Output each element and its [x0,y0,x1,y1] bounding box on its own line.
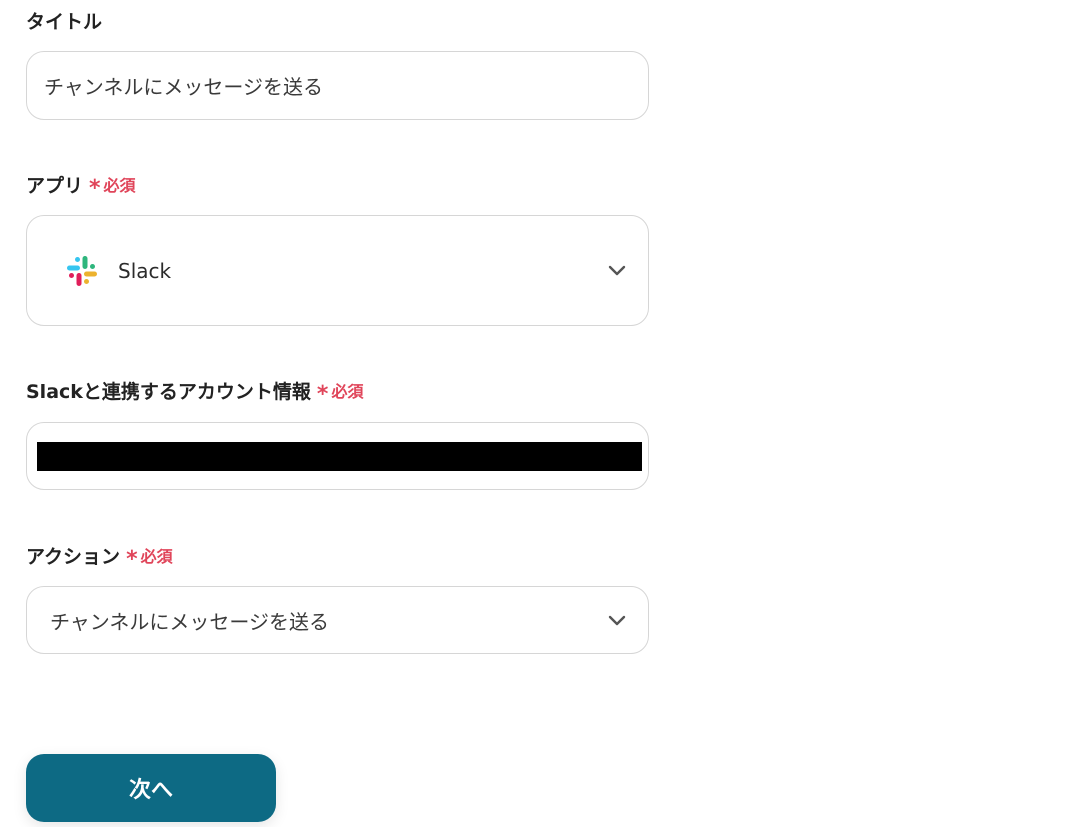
account-label: Slackと連携するアカウント情報 * 必須 [26,380,364,407]
account-select[interactable] [26,422,649,490]
app-select-value: Slack [118,258,172,283]
required-badge: * 必須 [126,545,173,572]
action-select-value: チャンネルにメッセージを送る [50,609,329,634]
title-input-value: チャンネルにメッセージを送る [44,75,323,99]
slack-logo-icon [64,253,100,289]
app-select[interactable]: Slack [26,215,649,326]
required-badge: * 必須 [89,174,136,201]
required-text: 必須 [103,176,136,195]
title-label-text: タイトル [26,11,103,33]
app-label-text: アプリ [26,175,84,197]
app-label: アプリ * 必須 [26,174,136,201]
redacted-account-value [37,442,642,471]
required-asterisk: * [316,382,329,407]
title-label: タイトル [26,10,102,34]
action-select[interactable]: チャンネルにメッセージを送る [26,586,649,654]
action-label-text: アクション [26,546,121,568]
title-input[interactable]: チャンネルにメッセージを送る [26,51,649,120]
required-asterisk: * [126,547,138,572]
required-asterisk: * [89,176,101,201]
chevron-down-icon [608,265,626,276]
account-label-text: Slackと連携するアカウント情報 [26,381,311,403]
required-badge: * 必須 [316,380,364,407]
required-text: 必須 [331,382,364,401]
next-button[interactable]: 次へ [26,754,276,822]
required-text: 必須 [140,547,173,566]
action-label: アクション * 必須 [26,545,173,572]
chevron-down-icon [608,615,626,626]
